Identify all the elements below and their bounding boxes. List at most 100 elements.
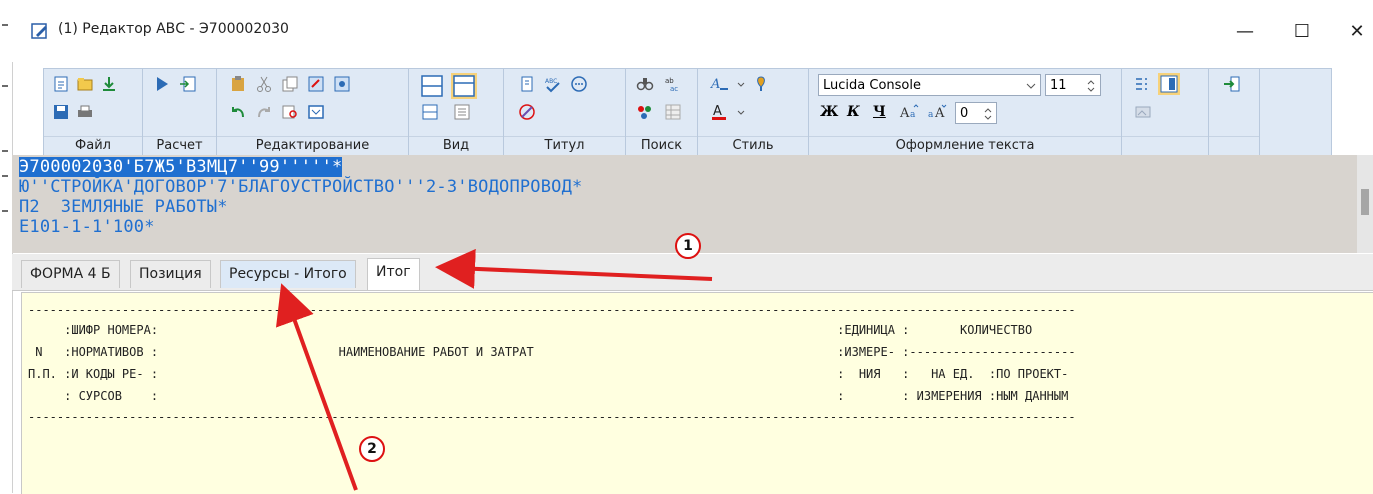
report-line: : СУРСОВ : : : ИЗМЕРЕНИЯ :НЫМ ДАННЫМ (28, 389, 1069, 403)
list-icon[interactable] (1134, 75, 1152, 93)
ribbon-group-label: Поиск (626, 136, 697, 155)
font-color-icon[interactable]: A (710, 103, 732, 121)
svg-text:ABC: ABC (545, 78, 557, 85)
page-setup-icon[interactable] (518, 75, 536, 93)
find-icon[interactable] (636, 75, 654, 93)
edge-mark (2, 24, 8, 26)
ribbon-group-style: A A Стиль (698, 69, 809, 155)
export-icon[interactable] (179, 75, 197, 93)
editor-line: Э700002030'Б7Ж5'ВЗМЦ7''99'''''* (19, 157, 343, 177)
svg-text:ab: ab (665, 77, 674, 85)
undo-icon[interactable] (229, 103, 247, 121)
svg-text:A: A (710, 77, 720, 92)
ribbon-group-label-empty (1209, 136, 1259, 155)
tab-total[interactable]: Итог (367, 258, 420, 290)
cut-icon[interactable] (255, 75, 273, 93)
chevron-down-icon (1026, 83, 1036, 89)
image-icon[interactable] (1134, 103, 1152, 121)
report-line: :ШИФР НОМЕРА: :ЕДИНИЦА : КОЛИЧЕСТВО (28, 323, 1033, 337)
color-dots-icon[interactable] (636, 103, 654, 121)
color-picker-icon[interactable] (752, 75, 770, 93)
find-record-icon[interactable] (281, 103, 299, 121)
view-tabs: ФОРМА 4 Б Позиция Ресурсы - Итого Итог (12, 254, 1373, 291)
ribbon-group-view: Вид (409, 69, 504, 155)
underline-button[interactable]: Ч (873, 104, 886, 120)
print-icon[interactable] (76, 103, 94, 121)
report-line: П.П. :И КОДЫ РЕ- : : НИЯ : НА ЕД. :ПО ПР… (28, 367, 1069, 381)
minimize-button[interactable]: — (1225, 14, 1265, 48)
ribbon-group-label: Титул (504, 136, 625, 155)
spellcheck-icon[interactable]: ABC (544, 75, 562, 93)
ribbon-toolbar: Файл Расчет Редактирование Вид ABC Титул (43, 68, 1332, 156)
editor-scrollbar[interactable] (1357, 155, 1373, 253)
circle-dots-icon[interactable] (570, 75, 588, 93)
ribbon-group-label: Оформление текста (809, 136, 1121, 155)
font-size-spinner[interactable]: 11 (1045, 74, 1101, 96)
spinner-arrows-icon (984, 108, 992, 120)
spacing-value: 0 (960, 106, 969, 121)
grow-font-icon[interactable]: Aa (899, 103, 921, 121)
report-line: N :НОРМАТИВОВ : НАИМЕНОВАНИЕ РАБОТ И ЗАТ… (28, 345, 1076, 359)
svg-text:A: A (934, 106, 945, 121)
tab-resources-total[interactable]: Ресурсы - Итого (220, 260, 356, 288)
editor-line: Ю''СТРОЙКА'ДОГОВОР'7'БЛАГОУСТРОЙСТВО'''2… (19, 177, 583, 197)
redo-icon[interactable] (255, 103, 273, 121)
paste-icon[interactable] (229, 75, 247, 93)
font-size-value: 11 (1050, 78, 1067, 93)
replace-icon[interactable]: abac (664, 75, 682, 93)
split-view-icon[interactable] (421, 75, 443, 97)
edge-mark (2, 175, 8, 177)
scrollbar-thumb[interactable] (1361, 189, 1369, 215)
open-document-icon[interactable] (76, 75, 94, 93)
ribbon-group-label-empty (1122, 136, 1208, 155)
editor-app-icon (31, 23, 47, 39)
close-button[interactable]: ✕ (1337, 14, 1373, 48)
annotation-badge-2: 2 (359, 436, 385, 462)
ribbon-group-calc: Расчет (143, 69, 217, 155)
italic-button[interactable]: К (847, 104, 860, 120)
font-name-select[interactable]: Lucida Console (818, 74, 1041, 96)
report-line: ----------------------------------------… (28, 410, 1076, 424)
edge-mark (2, 85, 8, 87)
chevron-down-icon[interactable] (736, 77, 746, 91)
edit-block-icon[interactable] (307, 75, 325, 93)
text-view-icon[interactable] (453, 103, 471, 121)
ribbon-group-edit: Редактирование (217, 69, 409, 155)
editor-line-selected-text: Э700002030'Б7Ж5'ВЗМЦ7''99'''''* (19, 157, 343, 177)
chevron-down-icon[interactable] (736, 105, 746, 119)
font-style-icon[interactable]: A (710, 75, 732, 93)
run-icon[interactable] (153, 75, 171, 93)
no-edit-icon[interactable] (518, 103, 536, 121)
ribbon-group-label: Вид (409, 136, 503, 155)
shrink-font-icon[interactable]: aA (927, 103, 949, 121)
ribbon-group-label: Расчет (143, 136, 216, 155)
split-view-active-icon[interactable] (451, 73, 477, 99)
save-icon[interactable] (52, 103, 70, 121)
rows-view-icon[interactable] (421, 103, 439, 121)
new-document-icon[interactable] (52, 75, 70, 93)
edge-mark (2, 150, 8, 152)
format-block-icon[interactable] (333, 75, 351, 93)
svg-text:A: A (713, 104, 722, 119)
grid-icon[interactable] (664, 103, 682, 121)
exit-icon[interactable] (1223, 75, 1241, 93)
tab-position[interactable]: Позиция (130, 260, 211, 288)
svg-text:A: A (899, 106, 910, 121)
report-view: ----------------------------------------… (21, 292, 1373, 494)
title-bar: (1) Редактор АВС - Э700002030 — ☐ ✕ (12, 0, 1373, 62)
copy-icon[interactable] (281, 75, 299, 93)
ribbon-group-label: Файл (44, 136, 142, 155)
ribbon-group-exit (1209, 69, 1260, 155)
download-icon[interactable] (100, 75, 118, 93)
ribbon-group-title: ABC Титул (504, 69, 626, 155)
table-icon[interactable] (307, 103, 325, 121)
annotation-badge-1: 1 (675, 233, 701, 259)
ribbon-group-search: ab ac Поиск (626, 69, 698, 155)
svg-text:a: a (928, 110, 934, 120)
ribbon-group-label: Редактирование (217, 136, 408, 155)
tab-forma-4b[interactable]: ФОРМА 4 Б (21, 260, 120, 288)
spacing-spinner[interactable]: 0 (955, 102, 997, 124)
panel-view-active-icon[interactable] (1158, 73, 1180, 95)
bold-button[interactable]: Ж (820, 104, 838, 120)
maximize-button[interactable]: ☐ (1282, 14, 1322, 48)
